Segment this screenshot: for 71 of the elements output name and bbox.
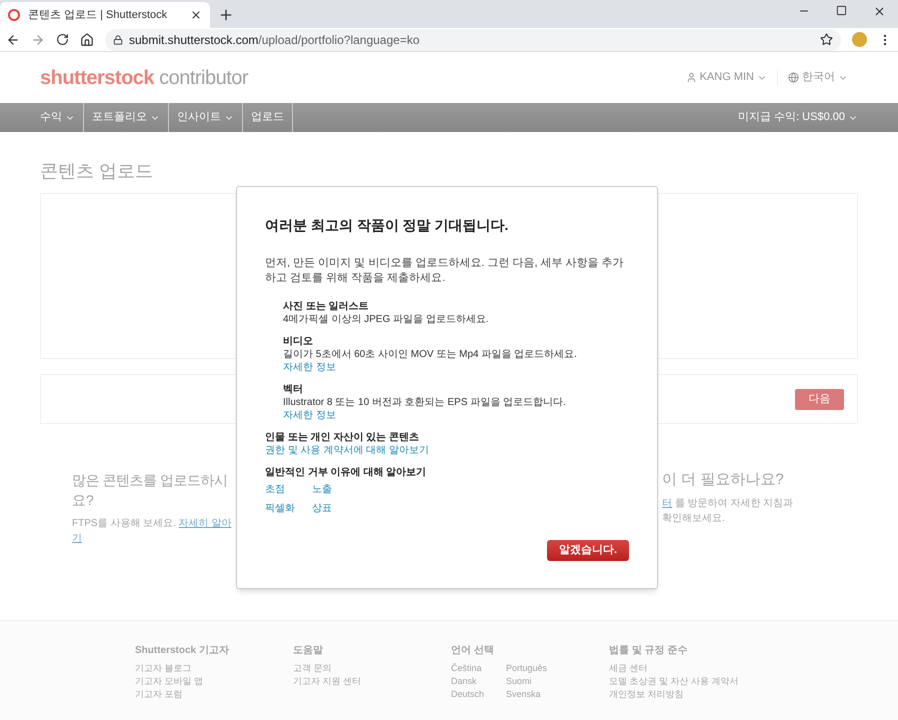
section-heading: 인물 또는 개인 자산이 있는 콘텐츠 bbox=[265, 431, 420, 444]
favicon-icon bbox=[8, 9, 20, 21]
logo[interactable]: shutterstock contributor bbox=[40, 62, 248, 92]
dialog-intro: 먼저, 만든 이미지 및 비디오를 업로드하세요. 그런 다음, 세부 사항을 추가하고 검토를 위해 작품을 제출하세요. bbox=[265, 256, 625, 286]
help-text: FTPS를 사용해 보세요. bbox=[72, 518, 176, 529]
footer-link[interactable]: 기고자 모바일 앱 bbox=[135, 675, 293, 688]
footer-heading: Shutterstock 기고자 bbox=[135, 644, 230, 658]
help-link[interactable]: 터 bbox=[662, 498, 672, 509]
nav-item[interactable]: 수익 bbox=[32, 103, 84, 132]
rejection-reason-link[interactable]: 노출 bbox=[312, 483, 372, 496]
footer-link[interactable]: Suomi bbox=[506, 675, 609, 688]
file-type-description: Illustrator 8 또는 10 버전과 호환되는 EPS 파일을 업로드합니다. bbox=[283, 396, 567, 409]
home-icon[interactable] bbox=[80, 32, 94, 46]
tab-title: 콘텐츠 업로드 | Shutterstock bbox=[28, 8, 168, 23]
footer-link[interactable]: Dansk bbox=[451, 675, 506, 688]
help-link[interactable]: 자세히 알아 bbox=[178, 518, 232, 529]
browser-tab[interactable]: 콘텐츠 업로드 | Shutterstock bbox=[0, 2, 210, 28]
globe-icon bbox=[788, 72, 799, 83]
more-info-link[interactable]: 자세한 정보 bbox=[283, 409, 629, 422]
page-title: 콘텐츠 업로드 bbox=[40, 160, 154, 183]
file-type-name: 사진 또는 일러스트 bbox=[283, 300, 370, 313]
ok-button[interactable]: 알겠습니다. bbox=[547, 540, 629, 561]
footer-link[interactable]: Čeština bbox=[451, 662, 506, 675]
rights-link[interactable]: 권한 및 사용 계약서에 대해 알아보기 bbox=[265, 444, 629, 457]
close-icon[interactable] bbox=[190, 9, 202, 21]
maximize-icon[interactable] bbox=[836, 5, 847, 16]
language-menu[interactable]: 한국어 bbox=[778, 69, 848, 86]
file-type-description: 4메가픽셀 이상의 JPEG 파일을 업로드하세요. bbox=[283, 313, 490, 326]
nav-item[interactable]: 포트폴리오 bbox=[84, 103, 169, 132]
back-icon[interactable] bbox=[6, 32, 20, 46]
dialog-title: 여러분 최고의 작품이 정말 기대됩니다. bbox=[265, 216, 510, 235]
footer-heading: 도움말 bbox=[293, 644, 324, 658]
file-type-name: 벡터 bbox=[283, 383, 304, 396]
footer-link[interactable]: 기고자 포럼 bbox=[135, 688, 293, 701]
rejection-reason-link[interactable]: 상표 bbox=[312, 502, 372, 515]
footer-link[interactable]: 고객 문의 bbox=[293, 662, 451, 675]
footer-heading: 법률 및 규정 준수 bbox=[609, 644, 688, 658]
reload-icon[interactable] bbox=[56, 33, 69, 46]
section-heading: 일반적인 거부 이유에 대해 알아보기 bbox=[265, 466, 428, 479]
help-text: 를 방문하여 자세한 지침과 bbox=[674, 498, 794, 509]
footer-link[interactable]: Deutsch bbox=[451, 688, 506, 701]
footer-link[interactable]: Svenska bbox=[506, 688, 609, 701]
help-heading: 요? bbox=[72, 491, 95, 510]
url-text: submit.shutterstock.com/upload/portfolio?language=ko bbox=[129, 32, 420, 48]
file-type-description: 길이가 5초에서 60초 사이인 MOV 또는 Mp4 파일을 업로드하세요. bbox=[283, 348, 578, 361]
address-field[interactable]: submit.shutterstock.com/upload/portfolio?language=ko bbox=[105, 28, 841, 50]
more-info-link[interactable]: 자세한 정보 bbox=[283, 361, 629, 374]
footer-heading: 언어 선택 bbox=[451, 644, 495, 658]
forward-icon[interactable] bbox=[31, 32, 45, 46]
footer-link[interactable]: 세금 센터 bbox=[609, 662, 767, 675]
nav-item[interactable]: 인사이트 bbox=[169, 103, 243, 132]
new-tab-icon[interactable] bbox=[218, 7, 234, 23]
footer-link[interactable]: 개인정보 처리방침 bbox=[609, 688, 767, 701]
file-type-name: 비디오 bbox=[283, 335, 314, 348]
help-heading: 이 더 필요하나요? bbox=[662, 470, 785, 490]
help-text: 확인해보세요. bbox=[662, 512, 726, 526]
help-link[interactable]: 기 bbox=[72, 531, 236, 546]
nav-item[interactable]: 업로드 bbox=[243, 103, 293, 132]
footer-link[interactable]: 기고자 블로그 bbox=[135, 662, 293, 675]
user-icon bbox=[686, 72, 697, 83]
earnings-menu[interactable]: 미지급 수익: US$0.00 bbox=[738, 103, 858, 132]
help-heading: 많은 콘텐츠를 업로드하시 bbox=[72, 471, 228, 490]
user-menu[interactable]: KANG MIN bbox=[686, 69, 778, 86]
footer-link[interactable]: 기고자 지원 센터 bbox=[293, 675, 451, 688]
lock-icon bbox=[113, 34, 123, 44]
close-icon[interactable] bbox=[873, 5, 886, 18]
bookmark-star-icon[interactable] bbox=[820, 33, 833, 46]
rejection-reason-link[interactable]: 픽셀화 bbox=[265, 502, 312, 515]
rejection-reason-link[interactable]: 초점 bbox=[265, 483, 312, 496]
footer-link[interactable]: 모델 초상권 및 자산 사용 계약서 bbox=[609, 675, 767, 688]
footer-link[interactable]: Português bbox=[506, 662, 609, 675]
